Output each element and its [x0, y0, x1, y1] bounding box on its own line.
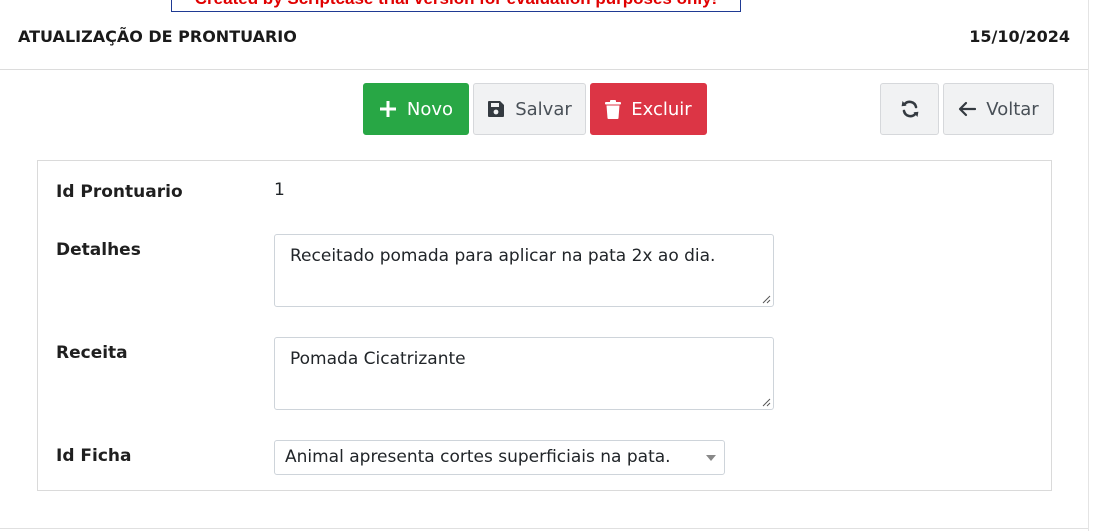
- novo-button-label: Novo: [406, 98, 454, 120]
- id-ficha-label: Id Ficha: [56, 446, 132, 466]
- id-ficha-selected-value: Animal apresenta cortes superficiais na …: [285, 447, 671, 467]
- excluir-button-label: Excluir: [631, 98, 692, 120]
- id-prontuario-label: Id Prontuario: [56, 182, 183, 202]
- header-date: 15/10/2024: [969, 27, 1070, 46]
- resize-grip-icon[interactable]: [761, 294, 771, 304]
- excluir-button[interactable]: Excluir: [590, 83, 707, 135]
- id-prontuario-value: 1: [274, 180, 285, 200]
- trash-icon: [605, 99, 622, 119]
- salvar-button-label: Salvar: [515, 98, 572, 120]
- scrollbar-gutter: [1088, 0, 1094, 531]
- trial-watermark-banner: Created by Scriptcase trial version for …: [171, 0, 741, 12]
- refresh-icon: [900, 99, 920, 119]
- receita-text: Pomada Cicatrizante: [290, 349, 466, 369]
- plus-icon: [379, 100, 397, 118]
- voltar-button[interactable]: Voltar: [943, 83, 1054, 135]
- receita-textarea[interactable]: Pomada Cicatrizante: [274, 337, 774, 410]
- detalhes-text: Receitado pomada para aplicar na pata 2x…: [290, 246, 716, 266]
- bottom-divider: [0, 528, 1088, 529]
- chevron-down-icon: [706, 455, 716, 461]
- arrow-left-icon: [958, 101, 977, 117]
- header-bar: ATUALIZAÇÃO DE PRONTUARIO 15/10/2024: [0, 4, 1088, 70]
- salvar-button[interactable]: Salvar: [473, 83, 586, 135]
- voltar-button-label: Voltar: [986, 98, 1039, 120]
- resize-grip-icon[interactable]: [761, 397, 771, 407]
- page-title: ATUALIZAÇÃO DE PRONTUARIO: [18, 27, 297, 46]
- id-ficha-select[interactable]: Animal apresenta cortes superficiais na …: [274, 440, 725, 475]
- floppy-disk-icon: [487, 100, 505, 118]
- refresh-button[interactable]: [880, 83, 939, 135]
- receita-label: Receita: [56, 343, 128, 363]
- novo-button[interactable]: Novo: [363, 83, 469, 135]
- page: ATUALIZAÇÃO DE PRONTUARIO 15/10/2024 Cre…: [0, 0, 1094, 531]
- detalhes-textarea[interactable]: Receitado pomada para aplicar na pata 2x…: [274, 234, 774, 307]
- detalhes-label: Detalhes: [56, 240, 141, 260]
